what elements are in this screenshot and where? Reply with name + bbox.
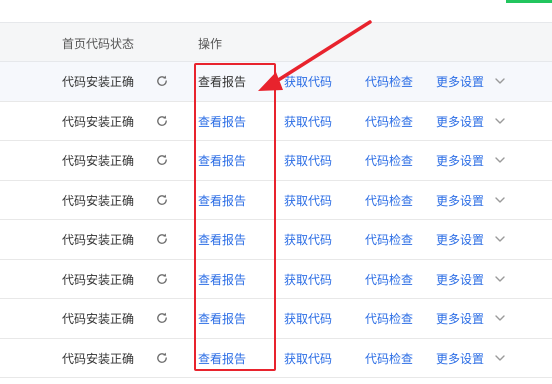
- view-report-link[interactable]: 查看报告: [198, 350, 246, 367]
- top-bar: [0, 0, 552, 22]
- more-settings-link[interactable]: 更多设置: [436, 192, 484, 209]
- view-report-link[interactable]: 查看报告: [198, 152, 246, 169]
- table-row: 代码安装正确 查看报告 获取代码 代码检查 更多设置: [0, 338, 552, 378]
- get-code-link[interactable]: 获取代码: [284, 73, 332, 90]
- status-text: 代码安装正确: [62, 193, 135, 208]
- view-report-link[interactable]: 查看报告: [198, 231, 246, 248]
- get-code-link[interactable]: 获取代码: [284, 113, 332, 130]
- table-row: 代码安装正确 查看报告 获取代码 代码检查 更多设置: [0, 299, 552, 339]
- view-report-link[interactable]: 查看报告: [198, 192, 246, 209]
- check-code-link[interactable]: 代码检查: [365, 73, 413, 90]
- check-code-link[interactable]: 代码检查: [365, 231, 413, 248]
- refresh-icon[interactable]: [155, 232, 169, 246]
- chevron-down-icon[interactable]: [494, 273, 506, 285]
- refresh-icon[interactable]: [155, 311, 169, 325]
- table-row: 代码安装正确 查看报告 获取代码 代码检查 更多设置: [0, 180, 552, 220]
- table-row: 代码安装正确 查看报告 获取代码 代码检查 更多设置: [0, 62, 552, 102]
- refresh-icon[interactable]: [155, 74, 169, 88]
- refresh-icon[interactable]: [155, 272, 169, 286]
- status-text: 代码安装正确: [62, 351, 135, 366]
- refresh-icon[interactable]: [155, 193, 169, 207]
- refresh-icon[interactable]: [155, 153, 169, 167]
- table-row: 代码安装正确 查看报告 获取代码 代码检查 更多设置: [0, 259, 552, 299]
- more-settings-link[interactable]: 更多设置: [436, 73, 484, 90]
- table-body: 代码安装正确 查看报告 获取代码 代码检查 更多设置 代码安装正确 查看报告 获取代码 代码检查…: [0, 62, 552, 378]
- more-settings-link[interactable]: 更多设置: [436, 310, 484, 327]
- check-code-link[interactable]: 代码检查: [365, 271, 413, 288]
- more-settings-link[interactable]: 更多设置: [436, 231, 484, 248]
- chevron-down-icon[interactable]: [494, 75, 506, 87]
- refresh-icon[interactable]: [155, 114, 169, 128]
- get-code-link[interactable]: 获取代码: [284, 350, 332, 367]
- get-code-link[interactable]: 获取代码: [284, 231, 332, 248]
- get-code-link[interactable]: 获取代码: [284, 310, 332, 327]
- status-text: 代码安装正确: [62, 154, 135, 168]
- check-code-link[interactable]: 代码检查: [365, 152, 413, 169]
- accent-bar: [506, 0, 552, 3]
- status-text: 代码安装正确: [62, 75, 135, 89]
- chevron-down-icon[interactable]: [494, 233, 506, 245]
- table-header: 首页代码状态 操作: [0, 22, 552, 62]
- view-report-link[interactable]: 查看报告: [198, 113, 246, 130]
- check-code-link[interactable]: 代码检查: [365, 310, 413, 327]
- chevron-down-icon[interactable]: [494, 154, 506, 166]
- refresh-icon[interactable]: [155, 351, 169, 365]
- status-text: 代码安装正确: [62, 233, 135, 247]
- check-code-link[interactable]: 代码检查: [365, 192, 413, 209]
- view-report-link[interactable]: 查看报告: [198, 310, 246, 327]
- check-code-link[interactable]: 代码检查: [365, 113, 413, 130]
- get-code-link[interactable]: 获取代码: [284, 192, 332, 209]
- more-settings-link[interactable]: 更多设置: [436, 152, 484, 169]
- view-report-link[interactable]: 查看报告: [198, 271, 246, 288]
- chevron-down-icon[interactable]: [494, 115, 506, 127]
- site-table: 首页代码状态 操作 代码安装正确 查看报告 获取代码 代码检查 更多设置 代码安装正确 查看…: [0, 22, 552, 378]
- table-row: 代码安装正确 查看报告 获取代码 代码检查 更多设置: [0, 220, 552, 260]
- get-code-link[interactable]: 获取代码: [284, 152, 332, 169]
- chevron-down-icon[interactable]: [494, 312, 506, 324]
- chevron-down-icon[interactable]: [494, 194, 506, 206]
- status-text: 代码安装正确: [62, 114, 135, 129]
- more-settings-link[interactable]: 更多设置: [436, 113, 484, 130]
- table-row: 代码安装正确 查看报告 获取代码 代码检查 更多设置: [0, 141, 552, 181]
- get-code-link[interactable]: 获取代码: [284, 271, 332, 288]
- table-row: 代码安装正确 查看报告 获取代码 代码检查 更多设置: [0, 101, 552, 141]
- header-status: 首页代码状态: [62, 37, 135, 51]
- check-code-link[interactable]: 代码检查: [365, 350, 413, 367]
- chevron-down-icon[interactable]: [494, 352, 506, 364]
- status-text: 代码安装正确: [62, 312, 135, 326]
- more-settings-link[interactable]: 更多设置: [436, 271, 484, 288]
- more-settings-link[interactable]: 更多设置: [436, 350, 484, 367]
- view-report-link[interactable]: 查看报告: [198, 73, 246, 90]
- header-actions: 操作: [198, 37, 223, 51]
- status-text: 代码安装正确: [62, 272, 135, 287]
